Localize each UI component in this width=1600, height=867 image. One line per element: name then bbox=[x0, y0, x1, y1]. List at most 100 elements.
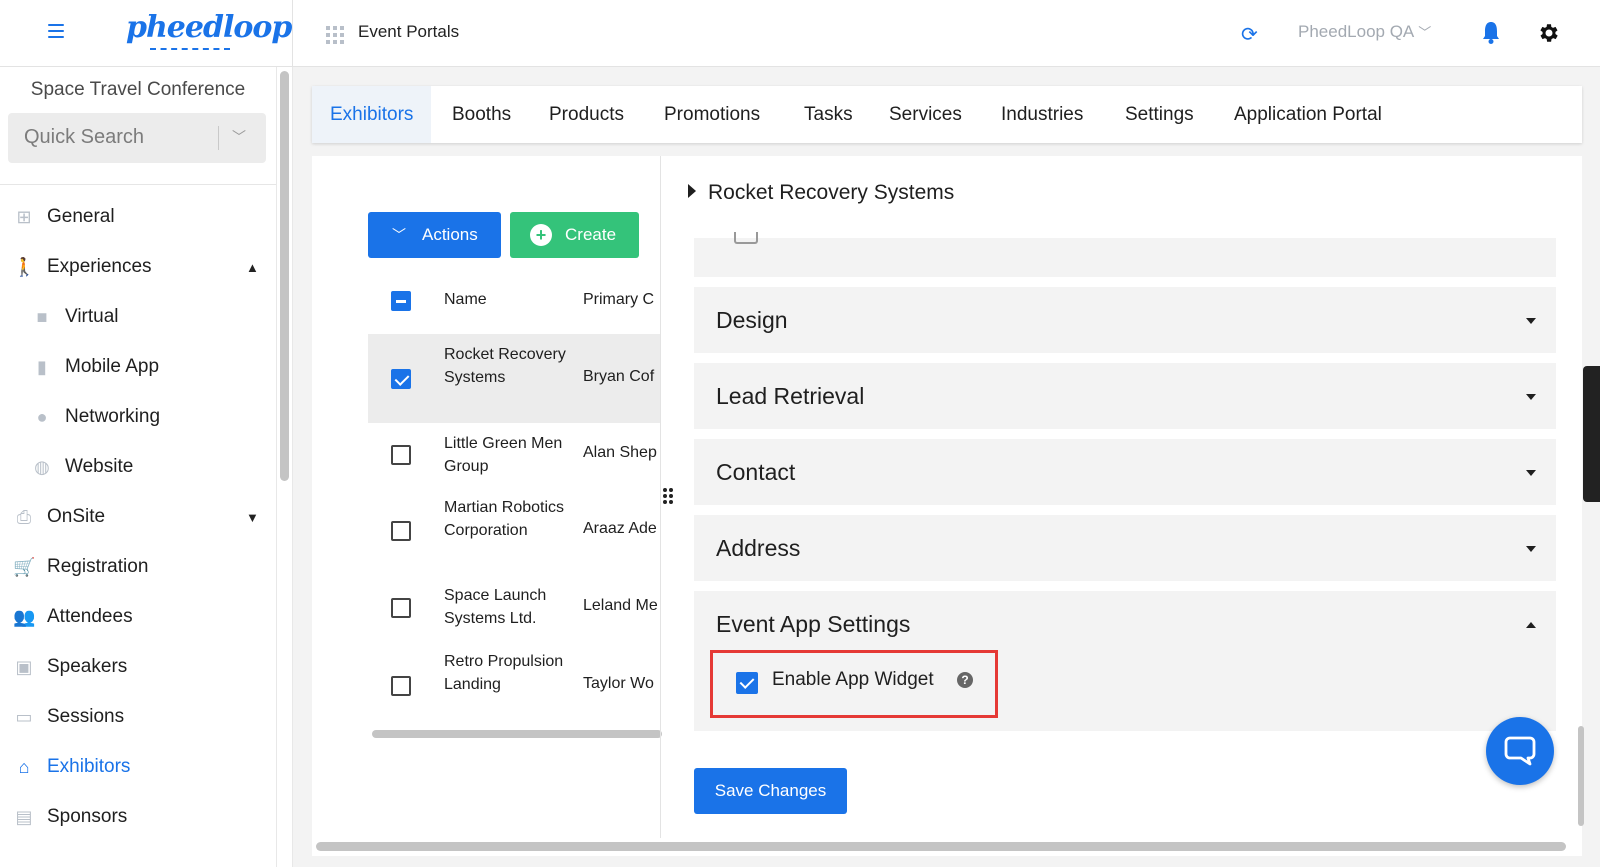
tab-settings[interactable]: Settings bbox=[1107, 86, 1212, 143]
checkbox-partial bbox=[734, 232, 758, 244]
sidebar-item-general[interactable]: ⊞ General bbox=[0, 197, 276, 237]
drag-handle-icon[interactable] bbox=[663, 488, 675, 504]
table-horizontal-scrollbar[interactable] bbox=[368, 728, 662, 740]
tab-tasks[interactable]: Tasks bbox=[786, 86, 871, 143]
accordion-label: Contact bbox=[716, 459, 796, 485]
row-checkbox[interactable] bbox=[391, 445, 411, 465]
sidebar-item-sessions[interactable]: ▭ Sessions bbox=[0, 697, 276, 737]
cell-name: Space Launch Systems Ltd. bbox=[444, 587, 547, 627]
sidebar-item-attendees[interactable]: 👥 Attendees bbox=[0, 597, 276, 637]
select-all-checkbox[interactable] bbox=[391, 291, 411, 311]
sidebar-item-networking[interactable]: ● Networking bbox=[0, 397, 276, 437]
gear-icon[interactable] bbox=[1537, 21, 1561, 45]
cell-name: Martian Robotics Corporation bbox=[444, 499, 565, 539]
create-button[interactable]: + Create bbox=[510, 212, 639, 258]
chevron-down-icon: ﹀ bbox=[392, 227, 406, 243]
portal-title[interactable]: Event Portals bbox=[358, 22, 459, 42]
hamburger-menu-icon[interactable] bbox=[48, 24, 64, 38]
org-select-label: PheedLoop QA bbox=[1298, 22, 1415, 41]
table-row[interactable]: Little Green Men Group Alan Shep bbox=[368, 423, 660, 487]
refresh-icon[interactable]: ⟳ bbox=[1241, 22, 1258, 47]
feedback-tab[interactable] bbox=[1583, 366, 1600, 502]
save-changes-button[interactable]: Save Changes bbox=[694, 768, 847, 814]
row-checkbox[interactable] bbox=[391, 676, 411, 696]
row-checkbox[interactable] bbox=[391, 598, 411, 618]
logo[interactable]: pheedloop bbox=[126, 10, 292, 45]
sidebar-item-label: Registration bbox=[47, 556, 149, 577]
split-divider[interactable] bbox=[660, 156, 661, 838]
caret-down-icon bbox=[1526, 546, 1536, 552]
sidebar-item-onsite[interactable]: ⎙ OnSite ▼ bbox=[0, 497, 276, 537]
cell-contact: Araaz Ade bbox=[583, 520, 657, 537]
caret-up-icon bbox=[1526, 622, 1536, 628]
sidebar-item-virtual[interactable]: ■ Virtual bbox=[0, 297, 276, 337]
create-label: Create bbox=[565, 225, 617, 244]
column-header-contact[interactable]: Primary C bbox=[583, 291, 654, 309]
table-row[interactable]: Rocket Recovery Systems Bryan Cof bbox=[368, 334, 660, 423]
table-scrollbar-thumb[interactable] bbox=[372, 730, 662, 738]
sidebar-item-label: Exhibitors bbox=[47, 756, 131, 777]
exhibitors-table: Name Primary C Rocket Recovery Systems B… bbox=[368, 278, 660, 728]
table-row[interactable]: Martian Robotics Corporation Araaz Ade bbox=[368, 487, 660, 575]
tab-services[interactable]: Services bbox=[871, 86, 980, 143]
sidebar-item-experiences[interactable]: 🚶 Experiences ▲ bbox=[0, 247, 276, 287]
table-row[interactable]: Retro Propulsion Landing Taylor Wo bbox=[368, 641, 660, 728]
sidebar-item-sponsors[interactable]: ▤ Sponsors bbox=[0, 797, 276, 837]
sidebar-item-label: Networking bbox=[65, 406, 161, 427]
badge-icon: ▤ bbox=[15, 807, 33, 827]
accordion-contact[interactable]: Contact bbox=[694, 439, 1556, 505]
tab-application-portal[interactable]: Application Portal bbox=[1216, 86, 1400, 143]
sidebar-item-exhibitors[interactable]: ⌂ Exhibitors bbox=[0, 747, 276, 787]
accordion-label: Event App Settings bbox=[716, 611, 911, 637]
caret-down-icon bbox=[1526, 394, 1536, 400]
sidebar-item-website[interactable]: ◍ Website bbox=[0, 447, 276, 487]
event-name: Space Travel Conference bbox=[30, 79, 246, 100]
detail-scrollbar[interactable] bbox=[1578, 726, 1584, 826]
sidebar: Space Travel Conference Quick Search ﹀ ⊞… bbox=[0, 67, 276, 867]
chat-support-button[interactable] bbox=[1486, 717, 1554, 785]
header-divider bbox=[292, 0, 293, 67]
apps-grid-icon[interactable] bbox=[326, 26, 344, 44]
table-header: Name Primary C bbox=[368, 278, 660, 324]
sidebar-item-label: Website bbox=[65, 456, 134, 477]
org-select[interactable]: PheedLoop QA ﹀ bbox=[1298, 22, 1431, 42]
tab-industries[interactable]: Industries bbox=[983, 86, 1101, 143]
table-row[interactable]: Space Launch Systems Ltd. Leland Me bbox=[368, 575, 660, 641]
sidebar-item-mobile-app[interactable]: ▮ Mobile App bbox=[0, 347, 276, 387]
sidebar-divider bbox=[0, 184, 276, 185]
accordion-address[interactable]: Address bbox=[694, 515, 1556, 581]
chevron-down-icon[interactable]: ﹀ bbox=[232, 127, 246, 147]
tab-promotions[interactable]: Promotions bbox=[646, 86, 778, 143]
cell-contact: Taylor Wo bbox=[583, 675, 654, 692]
chat-bubble-icon bbox=[1504, 736, 1536, 766]
sidebar-item-label: Mobile App bbox=[65, 356, 160, 377]
tab-booths[interactable]: Booths bbox=[434, 86, 529, 143]
tab-products[interactable]: Products bbox=[531, 86, 642, 143]
cell-contact: Alan Shep bbox=[583, 444, 657, 461]
sidebar-item-label: Sponsors bbox=[47, 806, 128, 827]
sidebar-item-label: Virtual bbox=[65, 306, 119, 327]
caret-up-icon: ▲ bbox=[246, 260, 259, 275]
sidebar-item-registration[interactable]: 🛒 Registration bbox=[0, 547, 276, 587]
tab-exhibitors[interactable]: Exhibitors bbox=[312, 86, 432, 143]
detail-title[interactable]: Rocket Recovery Systems bbox=[688, 181, 954, 205]
enable-app-widget-label[interactable]: Enable App Widget bbox=[772, 669, 934, 691]
content-horizontal-scrollbar[interactable] bbox=[312, 838, 1570, 854]
actions-button[interactable]: ﹀ Actions bbox=[368, 212, 501, 258]
quick-search-input[interactable]: Quick Search ﹀ bbox=[8, 113, 266, 163]
content-scrollbar-thumb[interactable] bbox=[316, 842, 1566, 851]
accordion-lead-retrieval[interactable]: Lead Retrieval bbox=[694, 363, 1556, 429]
cart-icon: 🛒 bbox=[13, 557, 36, 577]
sidebar-scrollbar-thumb[interactable] bbox=[280, 71, 289, 481]
row-checkbox[interactable] bbox=[391, 521, 411, 541]
row-checkbox[interactable] bbox=[391, 369, 411, 389]
detail-title-text: Rocket Recovery Systems bbox=[708, 181, 955, 204]
accordion-previous-section bbox=[694, 232, 1556, 277]
enable-app-widget-checkbox[interactable] bbox=[736, 672, 758, 694]
bell-icon[interactable] bbox=[1481, 20, 1501, 44]
column-header-name[interactable]: Name bbox=[444, 291, 487, 309]
sidebar-item-speakers[interactable]: ▣ Speakers bbox=[0, 647, 276, 687]
sidebar-scrollbar[interactable] bbox=[276, 67, 293, 867]
help-icon[interactable]: ? bbox=[957, 672, 973, 688]
accordion-design[interactable]: Design bbox=[694, 287, 1556, 353]
